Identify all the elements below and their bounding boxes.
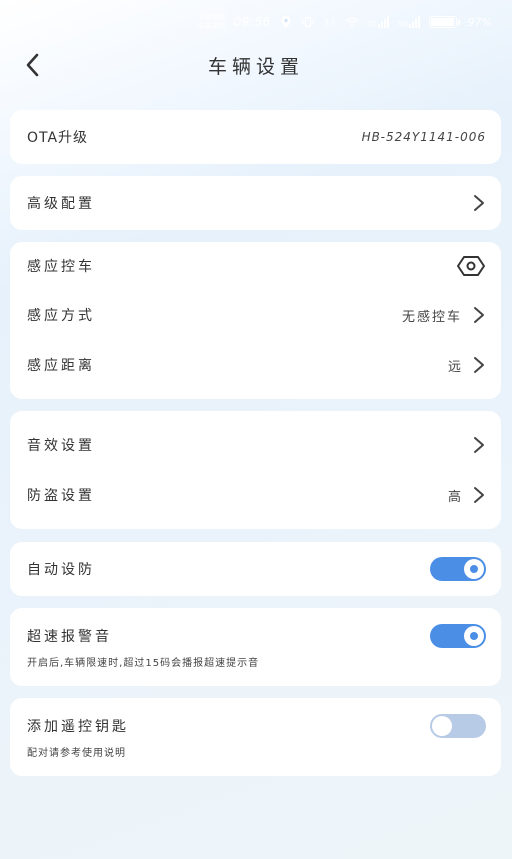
- toggle-knob: [432, 716, 452, 736]
- sound-effects-label: 音效设置: [27, 438, 95, 454]
- battery-percent: 97%: [467, 15, 492, 29]
- data-speed-icon: [323, 16, 337, 28]
- ota-row[interactable]: OTA升级 HB-524Y1141-006: [27, 125, 486, 149]
- hexagon-settings-icon[interactable]: [456, 255, 486, 277]
- remote-key-card: 添加遥控钥匙 配对请参考使用说明: [10, 698, 501, 776]
- page-title: 车辆设置: [207, 56, 304, 78]
- antitheft-value: 高: [447, 489, 462, 505]
- signal-2-icon: 5G: [398, 16, 421, 28]
- auto-arm-toggle[interactable]: [430, 557, 486, 581]
- sensing-distance-row[interactable]: 感应距离 远: [27, 353, 486, 377]
- overspeed-row: 超速报警音: [27, 624, 486, 648]
- chevron-right-icon: [474, 357, 484, 373]
- toggle-knob: [464, 559, 484, 579]
- sensing-control-label: 感应控车: [27, 259, 95, 275]
- auto-arm-label: 自动设防: [27, 562, 95, 578]
- overspeed-toggle[interactable]: [430, 624, 486, 648]
- chevron-right-icon: [474, 487, 484, 503]
- sensing-distance-value: 远: [447, 359, 462, 375]
- remote-key-toggle[interactable]: [430, 714, 486, 738]
- sound-effects-row[interactable]: 音效设置: [27, 433, 486, 457]
- sensing-control-row[interactable]: 感应控车: [27, 254, 486, 278]
- remote-key-description: 配对请参考使用说明: [27, 748, 126, 759]
- sensing-mode-label: 感应方式: [27, 308, 95, 324]
- sensing-card: 感应控车 感应方式 无感控车 感应距离 远: [10, 242, 501, 399]
- header: 车辆设置: [0, 42, 512, 90]
- signal-1-icon: 5G: [367, 16, 390, 28]
- chevron-right-icon: [474, 437, 484, 453]
- advanced-config-row[interactable]: 高级配置: [27, 191, 486, 215]
- ota-label: OTA升级: [27, 130, 89, 146]
- network-type-2: 5G: [397, 20, 408, 28]
- auto-arm-card: 自动设防: [10, 542, 501, 596]
- overspeed-label: 超速报警音: [27, 629, 112, 645]
- wifi-icon: [345, 16, 359, 28]
- advanced-config-label: 高级配置: [27, 196, 95, 212]
- sound-settings-card: 音效设置 防盗设置 高: [10, 411, 501, 529]
- advanced-config-card[interactable]: 高级配置: [10, 176, 501, 230]
- carrier-2: 中国电信: [197, 22, 226, 30]
- vibrate-icon: [301, 16, 315, 28]
- sensing-distance-label: 感应距离: [27, 358, 95, 374]
- overspeed-description: 开启后,车辆限速时,超过15码会播报超速提示音: [27, 658, 260, 669]
- auto-arm-row: 自动设防: [27, 557, 486, 581]
- carrier-1: 中国移动: [197, 13, 226, 21]
- ota-card[interactable]: OTA升级 HB-524Y1141-006: [10, 110, 501, 164]
- chevron-right-icon: [474, 195, 484, 211]
- antitheft-row[interactable]: 防盗设置 高: [27, 483, 486, 507]
- antitheft-label: 防盗设置: [27, 488, 95, 504]
- battery-icon: [428, 16, 460, 28]
- overspeed-card: 超速报警音 开启后,车辆限速时,超过15码会播报超速提示音: [10, 608, 501, 686]
- remote-key-row: 添加遥控钥匙: [27, 714, 486, 738]
- status-time: 09:56: [233, 15, 271, 29]
- location-icon: [279, 16, 293, 28]
- status-bar: 中国移动 中国电信 09:56 5G 5G 97%: [198, 8, 492, 36]
- toggle-knob: [464, 626, 484, 646]
- chevron-right-icon: [474, 307, 484, 323]
- sensing-mode-value: 无感控车: [401, 309, 462, 325]
- carrier-names: 中国移动 中国电信: [198, 13, 226, 31]
- remote-key-label: 添加遥控钥匙: [27, 719, 129, 735]
- ota-version: HB-524Y1141-006: [361, 130, 486, 144]
- network-type-1: 5G: [366, 20, 377, 28]
- sensing-mode-row[interactable]: 感应方式 无感控车: [27, 303, 486, 327]
